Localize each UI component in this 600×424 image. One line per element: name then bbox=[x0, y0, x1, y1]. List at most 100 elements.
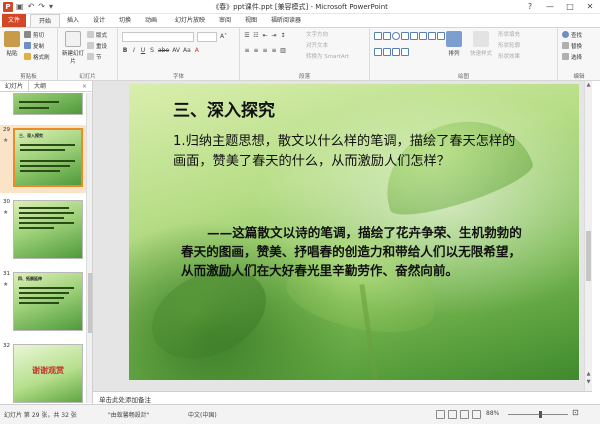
char-spacing-button[interactable]: AV bbox=[172, 47, 180, 54]
bold-button[interactable]: B bbox=[122, 47, 128, 54]
shape-oval-icon[interactable] bbox=[392, 32, 400, 40]
tab-file[interactable]: 文件 bbox=[2, 14, 26, 27]
shape-brace-icon[interactable] bbox=[428, 32, 436, 40]
font-name-combo[interactable] bbox=[122, 32, 194, 42]
slide-thumbnail[interactable]: 30 ★ bbox=[0, 197, 86, 265]
tab-animations[interactable]: 动画 bbox=[140, 14, 162, 27]
font-size-combo[interactable] bbox=[197, 32, 217, 42]
strikethrough-button[interactable]: abe bbox=[158, 47, 169, 54]
grow-font-icon[interactable]: A˄ bbox=[220, 33, 227, 40]
tab-outline-pane[interactable]: 大纲 bbox=[29, 81, 51, 91]
select-button[interactable]: 选择 bbox=[562, 53, 582, 62]
slide-answer-text[interactable]: ——这篇散文以诗的笔调，描绘了花卉争荣、生机勃勃的春天的图画，赞美、抒唱春的创造… bbox=[181, 223, 533, 280]
slides-pane-scrollbar[interactable] bbox=[86, 93, 92, 403]
shape-rect-icon[interactable] bbox=[383, 32, 391, 40]
tab-insert[interactable]: 插入 bbox=[62, 14, 84, 27]
find-button[interactable]: 查找 bbox=[562, 31, 582, 40]
text-direction-button[interactable]: 文字方向 bbox=[306, 31, 328, 40]
current-slide[interactable]: 三、深入探究 1.归纳主题思想，散文以什么样的笔调，描绘了春天怎样的画面，赞美了… bbox=[129, 84, 579, 380]
decrease-indent-icon[interactable]: ⇤ bbox=[262, 32, 268, 39]
change-case-button[interactable]: Aa bbox=[183, 47, 191, 54]
cut-button[interactable]: 剪切 bbox=[24, 31, 44, 40]
notes-placeholder[interactable]: 单击此处添加备注 bbox=[99, 394, 151, 404]
paste-button[interactable]: 粘贴 bbox=[3, 31, 21, 57]
smartart-button[interactable]: 转换为 SmartArt bbox=[306, 53, 349, 62]
arrange-button[interactable]: 排列 bbox=[444, 31, 464, 57]
tab-slideshow[interactable]: 幻灯片放映 bbox=[170, 14, 210, 27]
align-right-icon[interactable]: ≡ bbox=[262, 47, 268, 54]
tab-slides-pane[interactable]: 幻灯片 bbox=[0, 81, 30, 91]
copy-button[interactable]: 复制 bbox=[24, 42, 44, 51]
notes-pane[interactable]: 单击此处添加备注 bbox=[93, 391, 592, 404]
scroll-up-icon[interactable]: ▲ bbox=[585, 82, 592, 88]
previous-slide-icon[interactable]: ▲ bbox=[585, 371, 592, 377]
normal-view-icon[interactable] bbox=[436, 410, 445, 419]
shape-triangle-icon[interactable] bbox=[419, 32, 427, 40]
new-slide-label: 新建幻灯片 bbox=[62, 51, 85, 65]
maximize-button[interactable]: □ bbox=[560, 0, 580, 13]
tab-review[interactable]: 审阅 bbox=[214, 14, 236, 27]
brush-icon bbox=[24, 53, 31, 60]
slide-title[interactable]: 三、深入探究 bbox=[173, 96, 275, 121]
slide-thumbnail[interactable] bbox=[0, 93, 86, 121]
language-status[interactable]: 中文(中国) bbox=[188, 410, 217, 419]
align-center-icon[interactable]: ≡ bbox=[253, 47, 259, 54]
slide-question-text[interactable]: 1.归纳主题思想，散文以什么样的笔调，描绘了春天怎样的画面，赞美了春天的什么，从… bbox=[173, 132, 525, 172]
tab-transitions[interactable]: 切换 bbox=[114, 14, 136, 27]
shape-textbox-icon[interactable] bbox=[374, 32, 382, 40]
minimize-button[interactable]: — bbox=[540, 0, 560, 13]
shadow-button[interactable]: S bbox=[149, 47, 155, 54]
editor-scrollbar[interactable]: ▲ ▲ ▼ bbox=[584, 81, 592, 391]
shape-connector-icon[interactable] bbox=[401, 47, 409, 56]
shape-effects-button[interactable]: 形状效果 bbox=[498, 53, 520, 62]
shape-outline-button[interactable]: 形状轮廓 bbox=[498, 42, 520, 51]
replace-button[interactable]: 替换 bbox=[562, 42, 582, 51]
line-spacing-icon[interactable]: ↕ bbox=[280, 32, 286, 39]
shape-callout-icon[interactable] bbox=[383, 47, 391, 56]
tab-home[interactable]: 开始 bbox=[30, 14, 60, 27]
align-text-button[interactable]: 对齐文本 bbox=[306, 42, 328, 51]
next-slide-icon[interactable]: ▼ bbox=[585, 379, 592, 385]
shape-arrow-icon[interactable] bbox=[410, 32, 418, 40]
fit-to-window-icon[interactable]: ⊡ bbox=[572, 408, 579, 417]
scrollbar-thumb[interactable] bbox=[586, 231, 591, 281]
section-button[interactable]: 节 bbox=[87, 53, 102, 62]
scrollbar-thumb[interactable] bbox=[88, 273, 92, 333]
slide-thumbnail-selected[interactable]: 29 ★ 三、深入探究 bbox=[0, 125, 86, 193]
reading-view-icon[interactable] bbox=[460, 410, 469, 419]
close-pane-icon[interactable]: × bbox=[77, 81, 92, 91]
slide-thumbnail[interactable]: 31 ★ 四、拓展延伸 bbox=[0, 269, 86, 337]
shape-rounded-rect-icon[interactable] bbox=[374, 47, 382, 56]
shapes-gallery[interactable] bbox=[374, 32, 445, 62]
italic-button[interactable]: I bbox=[131, 47, 137, 54]
quick-styles-button[interactable]: 快速样式 bbox=[468, 31, 494, 57]
slideshow-view-icon[interactable] bbox=[472, 410, 481, 419]
new-slide-button[interactable]: 新建幻灯片 bbox=[62, 31, 84, 65]
increase-indent-icon[interactable]: ⇥ bbox=[271, 32, 277, 39]
font-color-button[interactable]: A bbox=[194, 47, 200, 54]
tab-design[interactable]: 设计 bbox=[88, 14, 110, 27]
tab-foxit-reader[interactable]: 福昕阅读器 bbox=[266, 14, 306, 27]
slide-thumbnail[interactable]: 32 谢谢观赏 bbox=[0, 341, 86, 403]
shape-fill-button[interactable]: 形状填充 bbox=[498, 31, 520, 40]
theme-status[interactable]: "由蚁馨畅設計" bbox=[108, 410, 150, 419]
shape-curve-icon[interactable] bbox=[392, 47, 400, 56]
format-painter-button[interactable]: 格式刷 bbox=[24, 53, 50, 62]
bullets-icon[interactable]: ☰ bbox=[244, 32, 250, 39]
layout-button[interactable]: 版式 bbox=[87, 31, 107, 40]
zoom-level[interactable]: 88% bbox=[486, 410, 499, 417]
slide-sorter-icon[interactable] bbox=[448, 410, 457, 419]
zoom-slider[interactable] bbox=[508, 411, 568, 418]
help-button[interactable]: ? bbox=[520, 0, 540, 13]
tab-view[interactable]: 视图 bbox=[240, 14, 262, 27]
underline-button[interactable]: U bbox=[140, 47, 146, 54]
thumbnail-image: 谢谢观赏 bbox=[13, 344, 83, 403]
close-button[interactable]: ✕ bbox=[580, 0, 600, 13]
columns-icon[interactable]: ▥ bbox=[280, 47, 286, 54]
justify-icon[interactable]: ≡ bbox=[271, 47, 277, 54]
shape-line-icon[interactable] bbox=[401, 32, 409, 40]
zoom-slider-knob[interactable] bbox=[539, 411, 543, 418]
numbering-icon[interactable]: ☷ bbox=[253, 32, 259, 39]
align-left-icon[interactable]: ≡ bbox=[244, 47, 250, 54]
reset-button[interactable]: 重设 bbox=[87, 42, 107, 51]
